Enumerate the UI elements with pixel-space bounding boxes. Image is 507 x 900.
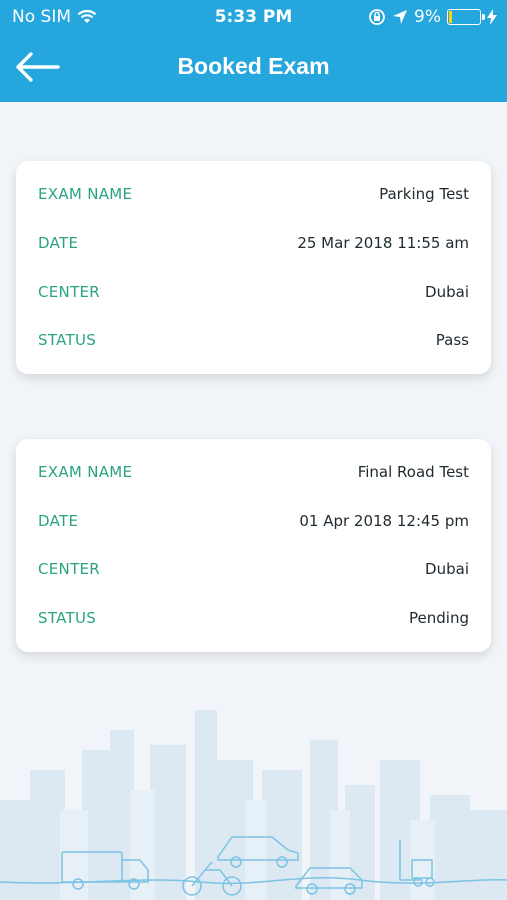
center-row: CENTER Dubai: [38, 557, 469, 581]
exam-card[interactable]: EXAM NAME Final Road Test DATE 01 Apr 20…: [16, 439, 491, 652]
status-value: Pending: [409, 609, 469, 627]
date-label: DATE: [38, 234, 79, 252]
status-right: 9%: [368, 7, 497, 27]
orientation-lock-icon: [369, 9, 385, 25]
center-value: Dubai: [425, 283, 469, 301]
status-label: STATUS: [38, 609, 97, 627]
status-label: STATUS: [38, 331, 97, 349]
exam-name-row: EXAM NAME Final Road Test: [38, 460, 469, 484]
charging-bolt-icon: [487, 9, 497, 25]
center-label: CENTER: [38, 283, 101, 301]
status-row: STATUS Pending: [38, 606, 469, 630]
exam-name-label: EXAM NAME: [38, 463, 133, 481]
exam-name-label: EXAM NAME: [38, 185, 133, 203]
date-row: DATE 01 Apr 2018 12:45 pm: [38, 509, 469, 533]
app-header: No SIM 5:33 PM 9% Booked Exam: [0, 0, 507, 102]
status-row: STATUS Pass: [38, 328, 469, 352]
center-label: CENTER: [38, 560, 101, 578]
status-bar: No SIM 5:33 PM 9%: [0, 0, 507, 34]
battery-percent: 9%: [414, 7, 441, 27]
location-arrow-icon: [393, 10, 408, 24]
date-label: DATE: [38, 512, 79, 530]
exam-name-value: Final Road Test: [357, 463, 469, 481]
exam-name-value: Parking Test: [379, 185, 469, 203]
status-value: Pass: [435, 331, 469, 349]
date-value: 25 Mar 2018 11:55 am: [297, 234, 469, 252]
center-row: CENTER Dubai: [38, 280, 469, 304]
page-title: Booked Exam: [177, 53, 330, 79]
city-skyline-illustration: [0, 710, 507, 900]
battery-icon: [447, 9, 485, 25]
exam-card[interactable]: EXAM NAME Parking Test DATE 25 Mar 2018 …: [16, 161, 491, 374]
date-value: 01 Apr 2018 12:45 pm: [299, 512, 469, 530]
exam-name-row: EXAM NAME Parking Test: [38, 182, 469, 206]
date-row: DATE 25 Mar 2018 11:55 am: [38, 231, 469, 255]
center-value: Dubai: [425, 560, 469, 578]
